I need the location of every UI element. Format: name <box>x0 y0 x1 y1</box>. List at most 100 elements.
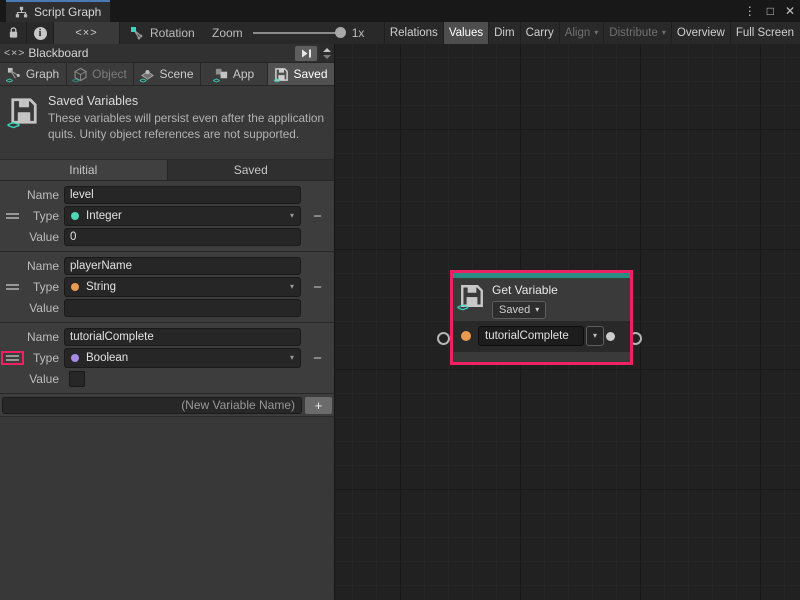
chevron-down-icon: ▾ <box>662 29 666 37</box>
info-icon <box>34 27 47 40</box>
node-body: tutorialComplete ▾ <box>453 321 630 351</box>
drag-handle-icon[interactable] <box>6 284 19 290</box>
value-checkbox[interactable] <box>69 371 85 387</box>
toolbar-button-values[interactable]: Values <box>443 22 488 44</box>
tab-scene[interactable]: <> Scene <box>134 63 200 85</box>
scroll-up-icon[interactable] <box>323 48 331 52</box>
saved-floppy-icon: <> <box>274 67 289 82</box>
chevron-down-icon: ▾ <box>594 29 598 37</box>
toolbar-button-relations[interactable]: Relations <box>384 22 443 44</box>
graph-canvas[interactable]: <> Get Variable Saved ▾ tutorialComplete… <box>335 44 800 600</box>
tab-saved[interactable]: <> Saved <box>268 63 334 85</box>
name-label: Name <box>25 330 59 344</box>
panel-scroll-arrows[interactable] <box>319 44 334 62</box>
variable-value-input[interactable] <box>64 228 301 246</box>
type-label: Type <box>25 280 59 294</box>
tab-graph[interactable]: <> Graph <box>0 63 66 85</box>
variable-group-tutorialComplete: Name Type Boolean ▾ − <box>0 322 334 393</box>
toolbar-button-overview[interactable]: Overview <box>671 22 730 44</box>
saved-floppy-icon: <> <box>459 283 485 311</box>
input-port[interactable] <box>461 331 471 341</box>
toolbar: <×> Rotation Zoom 1x Relations Values Di… <box>0 22 800 45</box>
variable-type-dropdown[interactable]: String ▾ <box>64 277 301 297</box>
new-variable-row: + <box>0 393 334 417</box>
toolbar-button-dim[interactable]: Dim <box>488 22 519 44</box>
zoom-slider-thumb[interactable] <box>335 27 346 38</box>
subtab-saved[interactable]: Saved <box>168 160 335 180</box>
toolbar-button-distribute[interactable]: Distribute▾ <box>603 22 671 44</box>
dock-panel-button[interactable] <box>295 46 317 61</box>
variables-icon: <×> <box>4 47 25 59</box>
rotation-label: Rotation <box>150 26 195 40</box>
toolbar-button-align[interactable]: Align▾ <box>559 22 604 44</box>
type-color-dot <box>71 283 79 291</box>
variable-type-dropdown[interactable]: Integer ▾ <box>64 206 301 226</box>
variable-name-input[interactable] <box>64 257 301 275</box>
remove-variable-button[interactable]: − <box>313 209 322 224</box>
close-button[interactable]: ✕ <box>785 0 795 22</box>
drag-handle-icon[interactable] <box>6 213 19 219</box>
info-description: These variables will persist even after … <box>48 111 330 142</box>
chevron-down-icon: ▾ <box>535 306 539 314</box>
variable-group-level: Name Type Integer ▾ − Value <box>0 180 334 251</box>
variable-value-input[interactable] <box>64 299 301 317</box>
lock-icon <box>8 27 19 39</box>
type-label: Type <box>25 351 59 365</box>
maximize-button[interactable]: □ <box>767 0 774 22</box>
remove-variable-button[interactable]: − <box>313 351 322 366</box>
saved-floppy-icon: <> <box>9 96 39 128</box>
dock-icon <box>301 49 312 58</box>
tutorial-highlight-box <box>1 351 24 365</box>
variable-name-input[interactable] <box>64 186 301 204</box>
output-port[interactable] <box>606 332 615 341</box>
new-variable-input[interactable] <box>2 397 302 414</box>
window-tab-script-graph[interactable]: Script Graph <box>6 0 110 22</box>
type-label: Type <box>25 209 59 223</box>
tab-app[interactable]: <> App <box>201 63 267 85</box>
blackboard-header: <×> Blackboard <box>0 44 334 63</box>
lock-button[interactable] <box>0 22 27 44</box>
variable-scope-dropdown[interactable]: Saved ▾ <box>492 301 546 319</box>
chevron-down-icon: ▾ <box>290 212 294 220</box>
name-label: Name <box>25 259 59 273</box>
blackboard-panel: <×> Blackboard <> <box>0 44 335 600</box>
scroll-down-icon[interactable] <box>323 55 331 59</box>
variable-name-field[interactable]: tutorialComplete <box>478 326 584 346</box>
variable-type-dropdown[interactable]: Boolean ▾ <box>64 348 301 368</box>
variable-name-input[interactable] <box>64 328 301 346</box>
object-cube-icon: <> <box>73 67 88 82</box>
window-title: Script Graph <box>34 5 101 19</box>
node-footer <box>453 352 630 362</box>
zoom-slider[interactable] <box>253 32 343 34</box>
chevron-down-icon: ▾ <box>593 332 597 340</box>
value-label: Value <box>25 230 59 244</box>
inspect-button[interactable] <box>27 22 54 44</box>
type-color-dot <box>71 212 79 220</box>
zoom-value: 1x <box>352 26 365 40</box>
value-mode-tabs: Initial Saved <box>0 159 334 180</box>
name-label: Name <box>25 188 59 202</box>
subtab-initial[interactable]: Initial <box>0 160 168 180</box>
get-variable-node[interactable]: <> Get Variable Saved ▾ tutorialComplete… <box>450 270 633 365</box>
toolbar-button-carry[interactable]: Carry <box>520 22 559 44</box>
toolbar-button-fullscreen[interactable]: Full Screen <box>730 22 799 44</box>
value-label: Value <box>25 372 59 386</box>
add-variable-button[interactable]: + <box>305 397 332 414</box>
variables-toggle-button[interactable]: <×> <box>54 22 120 44</box>
variable-picker-button[interactable]: ▾ <box>586 326 604 346</box>
zoom-label: Zoom <box>212 26 243 40</box>
variable-scope-tabs: <> Graph <> Object <> Scene <box>0 63 334 86</box>
chevron-down-icon: ▾ <box>290 354 294 362</box>
app-icon: <> <box>214 67 229 82</box>
titlebar: Script Graph ⋮ □ ✕ <box>0 0 800 22</box>
remove-variable-button[interactable]: − <box>313 280 322 295</box>
type-color-dot <box>71 354 79 362</box>
connection-port-left[interactable] <box>437 332 450 345</box>
drag-handle-icon[interactable] <box>6 355 19 361</box>
node-header: <> Get Variable Saved ▾ <box>453 278 630 321</box>
tab-object[interactable]: <> Object <box>67 63 133 85</box>
blackboard-title: Blackboard <box>28 46 88 60</box>
info-title: Saved Variables <box>48 94 330 108</box>
window-menu-button[interactable]: ⋮ <box>744 0 756 22</box>
rotation-control[interactable]: Rotation <box>130 26 195 40</box>
